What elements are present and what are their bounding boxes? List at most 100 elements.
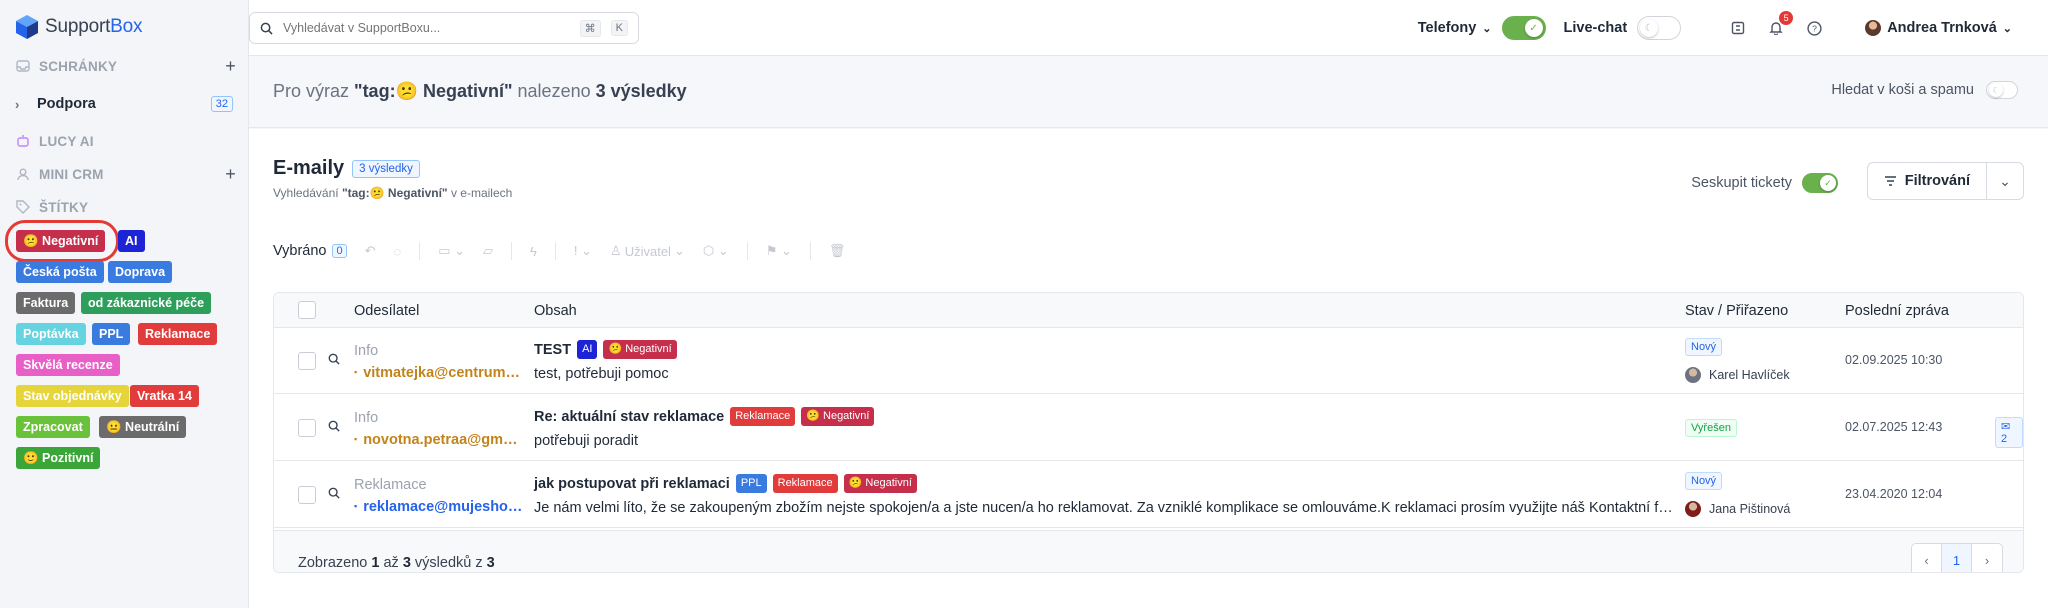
section-mini-crm[interactable]: MINI CRM + xyxy=(15,163,236,185)
tag-chip[interactable]: AI xyxy=(577,340,598,359)
tag-dropdown-icon[interactable]: ⬡ ⌄ xyxy=(703,243,729,259)
bell-icon[interactable]: 5 xyxy=(1765,11,1794,39)
prev-page-button[interactable]: ‹ xyxy=(1912,544,1942,572)
undo-icon[interactable]: ↶ xyxy=(365,243,376,259)
section-mailboxes[interactable]: SCHRÁNKY + xyxy=(15,55,236,77)
tag-chip[interactable]: 😕 Negativní xyxy=(843,474,917,493)
eye-off-icon[interactable]: ◌ xyxy=(394,244,402,259)
flag-icon[interactable]: ⚑ ⌄ xyxy=(766,243,792,259)
tag-chip[interactable]: PPL xyxy=(735,474,767,493)
tag-chip[interactable]: PPL xyxy=(92,323,131,345)
subject-text[interactable]: TEST xyxy=(534,342,571,358)
tag-chip[interactable]: Vratka 14 xyxy=(130,385,199,407)
check-icon: ✓ xyxy=(1820,175,1836,191)
col-sender[interactable]: Odesílatel xyxy=(354,303,419,319)
sender-email[interactable]: vitmatejka@centrum.cz xyxy=(354,365,524,381)
tag-chip[interactable]: Reklamace xyxy=(138,323,218,345)
table-row[interactable]: Reklamace reklamace@mujeshop.cz jak post… xyxy=(274,462,2023,528)
row-checkbox[interactable] xyxy=(298,419,316,437)
search-icon[interactable] xyxy=(328,487,340,499)
phones-toggle[interactable]: ✓ xyxy=(1501,16,1546,40)
tag-chip[interactable]: Poptávka xyxy=(16,323,86,345)
col-status[interactable]: Stav / Přiřazeno xyxy=(1685,303,1788,319)
dashboard-icon[interactable] xyxy=(1727,17,1749,39)
tag-chip[interactable]: Reklamace xyxy=(772,474,838,493)
add-mailbox-icon[interactable]: + xyxy=(225,57,236,75)
subtitle-suffix: v e-mailech xyxy=(447,186,513,200)
tag-chip[interactable]: 😐 Neutrální xyxy=(99,416,187,438)
subtitle-prefix: Vyhledávání xyxy=(273,186,342,200)
group-tickets: Seskupit tickety ✓ xyxy=(1691,173,1838,193)
livechat-label: Live-chat xyxy=(1563,20,1628,36)
sidebar: SupportBox SCHRÁNKY + › Podpora 32 LUCY … xyxy=(0,0,249,608)
table-row[interactable]: Info vitmatejka@centrum.cz TEST AI 😕 Nega… xyxy=(274,328,2023,394)
assign-user-label: Uživatel xyxy=(624,243,671,259)
tag-chip[interactable]: Faktura xyxy=(16,292,76,314)
main-content: Pro výraz "tag:😕 Negativní" nalezeno 3 v… xyxy=(249,57,2048,608)
message-count-badge: ✉ 2 xyxy=(1995,417,2023,448)
sender-email[interactable]: reklamace@mujeshop.cz xyxy=(354,499,524,515)
tag-chip[interactable]: Doprava xyxy=(108,261,173,283)
search-input[interactable] xyxy=(283,21,570,35)
mail-icon: ✉ xyxy=(2001,421,2011,433)
subject-text[interactable]: jak postupovat při reklamaci xyxy=(534,476,730,492)
page-button[interactable]: 1 xyxy=(1942,544,1972,572)
group-tickets-toggle[interactable]: ✓ xyxy=(1802,173,1838,193)
row-checkbox[interactable] xyxy=(298,486,316,504)
tag-chip[interactable]: Stav objednávky xyxy=(16,385,129,407)
global-search[interactable]: ⌘ K xyxy=(249,12,639,44)
chevron-down-icon: ⌄ xyxy=(673,243,685,258)
sidebar-item-podpora[interactable]: › Podpora 32 xyxy=(15,93,233,115)
assign-user-dropdown[interactable]: ♙ Uživatel ⌄ xyxy=(610,243,685,259)
add-contact-icon[interactable]: + xyxy=(225,165,236,183)
trash-search-toggle[interactable]: ☾ xyxy=(1986,81,2018,99)
tag-chip[interactable]: Reklamace xyxy=(730,407,796,426)
status-badge: Vyřešen xyxy=(1685,419,1737,437)
tag-chip[interactable]: AI xyxy=(118,230,145,252)
filter-dropdown-button[interactable]: ⌄ xyxy=(1987,163,2023,199)
search-icon[interactable] xyxy=(328,420,340,432)
section-tags[interactable]: ŠTÍTKY xyxy=(15,196,236,218)
folder-icon[interactable]: ▱ xyxy=(483,243,493,259)
section-crm-label: MINI CRM xyxy=(39,166,104,182)
panel-subtitle: Vyhledávání "tag:😕 Negativní" v e-mailec… xyxy=(273,186,512,200)
phones-label: Telefony xyxy=(1417,20,1477,36)
lightning-icon[interactable]: ϟ xyxy=(530,244,537,259)
filter-icon xyxy=(1884,176,1896,186)
subject-line: jak postupovat při reklamaci PPL Reklamac… xyxy=(534,474,917,493)
message-preview: potřebuji poradit xyxy=(534,433,638,449)
robot-icon xyxy=(15,133,31,149)
results-count-badge: 3 výsledky xyxy=(352,159,420,178)
tag-chip[interactable]: 😕 Negativní xyxy=(801,407,875,426)
topbar: ⌘ K Telefony ⌄ ✓ Live-chat ☾ 5 ? A xyxy=(249,0,2048,56)
tag-chip[interactable]: Zpracovat xyxy=(16,416,90,438)
chevron-right-icon[interactable]: › xyxy=(15,97,27,112)
tag-chip[interactable]: Česká pošta xyxy=(16,261,104,283)
next-page-button[interactable]: › xyxy=(1972,544,2002,572)
user-menu[interactable]: Andrea Trnková ⌄ xyxy=(1865,20,2012,36)
select-all-checkbox[interactable] xyxy=(298,301,316,319)
help-icon[interactable]: ? xyxy=(1803,17,1825,39)
col-last-message[interactable]: Poslední zpráva xyxy=(1845,303,1949,319)
tag-chip[interactable]: 🙂 Pozitivní xyxy=(16,447,101,469)
moon-icon: ☾ xyxy=(1989,83,2003,97)
phones-dropdown[interactable]: Telefony ⌄ xyxy=(1418,20,1492,36)
subject-text[interactable]: Re: aktuální stav reklamace xyxy=(534,409,724,425)
sender-email[interactable]: novotna.petraa@gmail.com xyxy=(354,432,524,448)
section-lucy-ai[interactable]: LUCY AI xyxy=(15,130,236,152)
table-row[interactable]: Info novotna.petraa@gmail.com Re: aktuál… xyxy=(274,395,2023,461)
col-content[interactable]: Obsah xyxy=(534,303,577,319)
trash-icon[interactable]: 🗑 xyxy=(829,243,846,259)
tag-chip[interactable]: od zákaznické péče xyxy=(81,292,212,314)
filter-button[interactable]: Filtrování xyxy=(1868,163,1987,199)
mailbox-name: Info xyxy=(354,343,379,359)
livechat-toggle[interactable]: ☾ xyxy=(1637,16,1682,40)
logo[interactable]: SupportBox xyxy=(15,14,142,40)
search-icon[interactable] xyxy=(328,353,340,365)
inbox-move-icon[interactable]: ▭ ⌄ xyxy=(438,243,465,259)
priority-icon[interactable]: ! ⌄ xyxy=(574,243,592,259)
tag-chip[interactable]: Skvělá recenze xyxy=(16,354,120,376)
tag-chip[interactable]: 😕 Negativní xyxy=(603,340,677,359)
tag-chip[interactable]: 😕 Negativní xyxy=(16,230,106,252)
row-checkbox[interactable] xyxy=(298,352,316,370)
